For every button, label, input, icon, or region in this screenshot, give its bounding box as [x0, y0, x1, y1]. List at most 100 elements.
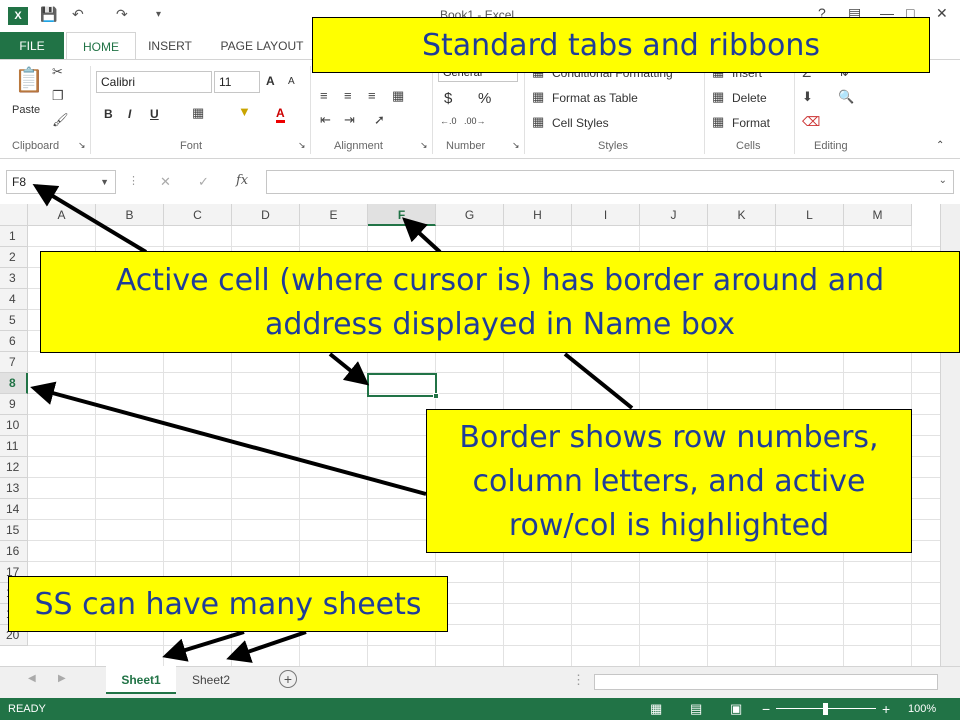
orientation-icon[interactable]: ➚	[374, 112, 385, 128]
column-header-e[interactable]: E	[300, 204, 368, 226]
row-header-8[interactable]: 8	[0, 373, 28, 394]
row-header-7[interactable]: 7	[0, 352, 28, 373]
page-layout-view-icon[interactable]: ▤	[690, 698, 702, 720]
expand-formula-icon[interactable]: ⌄	[939, 175, 947, 186]
column-header-h[interactable]: H	[504, 204, 572, 226]
font-family-combo[interactable]: Calibri	[96, 71, 212, 93]
column-header-k[interactable]: K	[708, 204, 776, 226]
clipboard-launcher-icon[interactable]: ↘	[78, 140, 86, 151]
clear-icon[interactable]: ⌫	[802, 114, 820, 130]
collapse-ribbon-icon[interactable]: ⌃	[936, 140, 944, 151]
align-center-icon[interactable]: ≡	[344, 88, 352, 103]
save-icon[interactable]: 💾	[40, 6, 57, 23]
cut-icon[interactable]: ✂	[52, 64, 63, 80]
column-header-i[interactable]: I	[572, 204, 640, 226]
cancel-button[interactable]: ✕	[160, 174, 171, 190]
increase-indent-icon[interactable]: ⇥	[344, 112, 355, 128]
page-break-view-icon[interactable]: ▣	[730, 698, 742, 720]
select-all-button[interactable]	[0, 204, 28, 226]
alignment-launcher-icon[interactable]: ↘	[420, 140, 428, 151]
sheet-tab-sheet1[interactable]: Sheet1	[106, 666, 176, 694]
column-header-f[interactable]: F	[368, 204, 436, 226]
row-header-9[interactable]: 9	[0, 394, 28, 415]
add-sheet-button[interactable]: +	[279, 670, 297, 688]
row-header-10[interactable]: 10	[0, 415, 28, 436]
cell-styles-button[interactable]: Cell Styles	[552, 116, 609, 130]
enter-button[interactable]: ✓	[198, 174, 209, 190]
font-launcher-icon[interactable]: ↘	[298, 140, 306, 151]
next-sheet-icon[interactable]: ▶	[58, 673, 66, 684]
italic-button[interactable]: I	[128, 107, 131, 121]
row-header-2[interactable]: 2	[0, 247, 28, 268]
decrease-indent-icon[interactable]: ⇤	[320, 112, 331, 128]
column-header-a[interactable]: A	[28, 204, 96, 226]
grow-font-button[interactable]: A	[266, 74, 275, 88]
format-painter-icon[interactable]: 🖌	[52, 112, 69, 128]
redo-icon[interactable]: ↷	[116, 6, 128, 23]
zoom-in-button[interactable]: +	[882, 698, 890, 720]
merge-center-icon[interactable]: ▦	[392, 88, 404, 104]
borders-icon[interactable]: ▦	[192, 105, 204, 121]
format-as-table-button[interactable]: Format as Table	[552, 91, 638, 105]
column-header-d[interactable]: D	[232, 204, 300, 226]
customize-icon[interactable]: ▾	[156, 9, 161, 20]
tab-home[interactable]: HOME	[66, 32, 136, 60]
align-right-icon[interactable]: ≡	[368, 88, 376, 103]
active-cell-f8[interactable]	[367, 373, 437, 397]
row-header-3[interactable]: 3	[0, 268, 28, 289]
name-box[interactable]: F8 ▼	[6, 170, 116, 194]
tab-file[interactable]: FILE	[0, 32, 64, 60]
zoom-slider-thumb[interactable]	[823, 703, 828, 715]
column-header-c[interactable]: C	[164, 204, 232, 226]
fill-color-icon[interactable]: ▼	[238, 104, 251, 119]
name-box-dropdown-icon[interactable]: ▼	[100, 171, 109, 193]
prev-sheet-icon[interactable]: ◀	[28, 673, 36, 684]
row-header-15[interactable]: 15	[0, 520, 28, 541]
percent-button[interactable]: %	[478, 90, 491, 107]
column-header-g[interactable]: G	[436, 204, 504, 226]
close-icon[interactable]: ✕	[936, 5, 948, 22]
column-header-m[interactable]: M	[844, 204, 912, 226]
row-header-4[interactable]: 4	[0, 289, 28, 310]
column-header-l[interactable]: L	[776, 204, 844, 226]
row-header-5[interactable]: 5	[0, 310, 28, 331]
column-header-b[interactable]: B	[96, 204, 164, 226]
row-header-12[interactable]: 12	[0, 457, 28, 478]
row-header-6[interactable]: 6	[0, 331, 28, 352]
formula-input[interactable]: ⌄	[266, 170, 954, 194]
underline-button[interactable]: U	[150, 107, 159, 121]
tab-insert[interactable]: INSERT	[140, 32, 200, 60]
zoom-out-button[interactable]: −	[762, 698, 770, 720]
row-header-1[interactable]: 1	[0, 226, 28, 247]
undo-icon[interactable]: ↶	[72, 6, 84, 23]
zoom-level[interactable]: 100%	[908, 698, 936, 720]
currency-button[interactable]: $	[444, 90, 452, 107]
font-color-button[interactable]: A	[276, 106, 285, 123]
copy-icon[interactable]: ❐	[52, 88, 64, 104]
fill-handle[interactable]	[433, 393, 439, 399]
fill-icon[interactable]: ⬇	[802, 89, 813, 105]
row-header-14[interactable]: 14	[0, 499, 28, 520]
row-header-11[interactable]: 11	[0, 436, 28, 457]
paste-label[interactable]: Paste	[12, 104, 40, 116]
horizontal-scrollbar[interactable]	[594, 674, 938, 690]
increase-decimal-icon[interactable]: ←.0	[440, 116, 457, 126]
delete-cells-button[interactable]: Delete	[732, 91, 767, 105]
tab-page-layout[interactable]: PAGE LAYOUT	[212, 32, 312, 60]
bold-button[interactable]: B	[104, 107, 113, 121]
align-left-icon[interactable]: ≡	[320, 88, 328, 103]
decrease-decimal-icon[interactable]: .00→	[464, 116, 486, 126]
normal-view-icon[interactable]: ▦	[650, 698, 662, 720]
paste-icon[interactable]: 📋	[14, 66, 44, 95]
find-select-icon[interactable]: 🔍	[838, 89, 854, 105]
number-launcher-icon[interactable]: ↘	[512, 140, 520, 151]
sheet-split-handle-icon[interactable]: ⋮	[572, 672, 585, 688]
format-cells-button[interactable]: Format	[732, 116, 770, 130]
column-header-j[interactable]: J	[640, 204, 708, 226]
row-header-16[interactable]: 16	[0, 541, 28, 562]
shrink-font-button[interactable]: A	[288, 76, 295, 87]
row-header-13[interactable]: 13	[0, 478, 28, 499]
sheet-tab-sheet2[interactable]: Sheet2	[178, 666, 244, 694]
font-size-combo[interactable]: 11	[214, 71, 260, 93]
insert-function-button[interactable]: fx	[236, 173, 248, 188]
